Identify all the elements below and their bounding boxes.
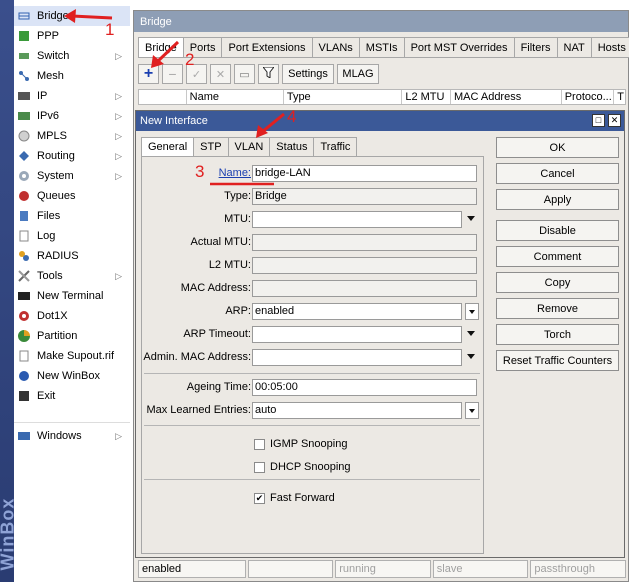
annotation-overlay xyxy=(64,9,285,186)
annotation-number-3: 3 xyxy=(195,162,205,181)
annotation-number-4: 4 xyxy=(287,107,297,126)
annotation-number-1: 1 xyxy=(105,20,115,39)
annotation-arrow-4 xyxy=(256,112,285,138)
annotation-number-2: 2 xyxy=(185,50,195,69)
annotation-arrow-2 xyxy=(151,40,180,68)
